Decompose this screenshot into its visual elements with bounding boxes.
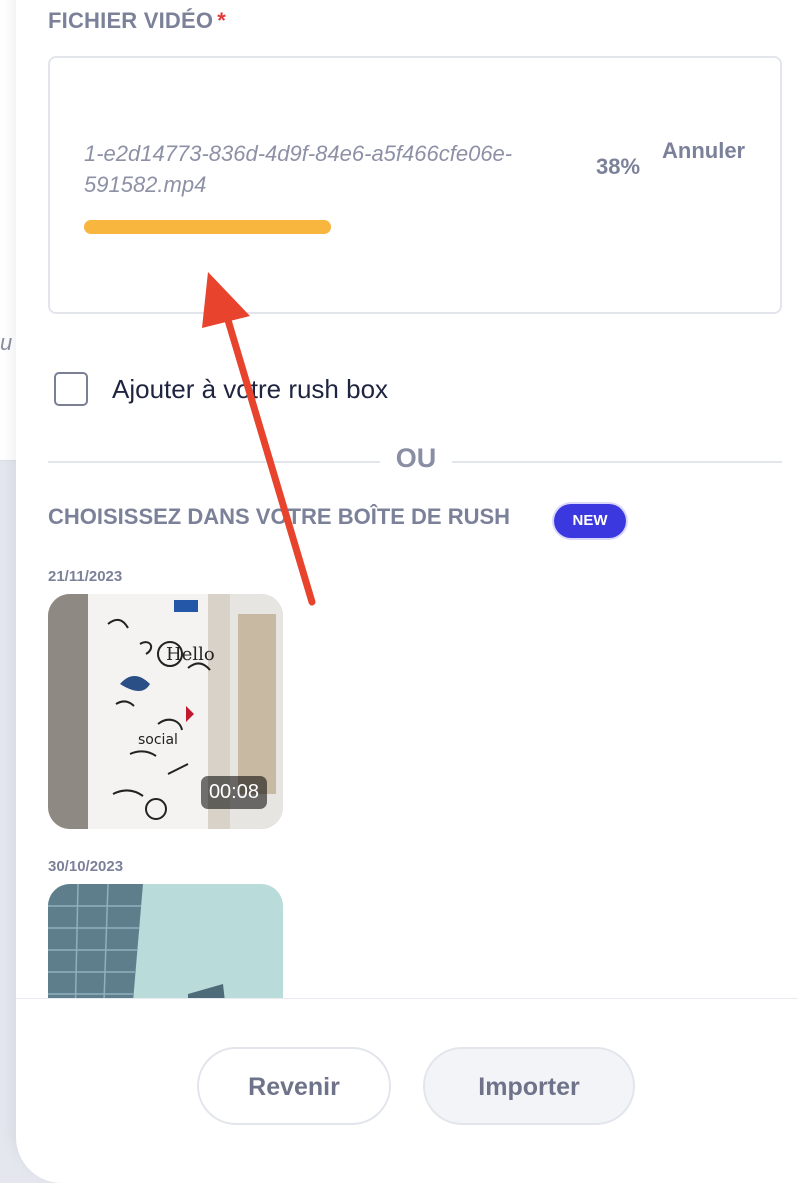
svg-text:social: social <box>138 732 178 748</box>
back-button[interactable]: Revenir <box>197 1047 391 1125</box>
modal-footer: Revenir Importer <box>16 998 798 1183</box>
rush-video-thumbnail[interactable]: Hello social 00:08 <box>48 594 283 829</box>
video-file-title: FICHIER VIDÉO * <box>48 8 226 33</box>
divider-line-left <box>48 461 380 463</box>
upload-progress-bar <box>84 220 734 234</box>
background-text-fragment: u <box>0 330 13 355</box>
divider-line-right <box>452 461 782 463</box>
upload-dropzone[interactable]: 1-e2d14773-836d-4d9f-84e6-a5f466cfe06e-5… <box>48 56 782 314</box>
cancel-upload-link[interactable]: Annuler <box>662 138 745 164</box>
upload-percent: 38% <box>596 154 641 179</box>
rush-box-option[interactable]: Ajouter à votre rush box <box>54 370 388 408</box>
add-to-rush-box-label: Ajouter à votre rush box <box>112 373 389 404</box>
rush-item-date: 30/10/2023 <box>48 858 124 875</box>
rush-box-title: CHOISISSEZ DANS VOTRE BOÎTE DE RUSH <box>48 504 511 529</box>
or-divider: OU <box>380 443 452 474</box>
import-button[interactable]: Importer <box>423 1047 635 1125</box>
required-marker: * <box>217 8 226 33</box>
rush-item-date: 21/11/2023 <box>48 568 123 585</box>
uploading-file-name: 1-e2d14773-836d-4d9f-84e6-a5f466cfe06e-5… <box>84 141 513 197</box>
video-duration: 00:08 <box>200 776 267 809</box>
svg-text:Hello: Hello <box>166 644 215 665</box>
upload-progress-fill <box>84 220 331 234</box>
new-badge: NEW <box>554 504 626 538</box>
add-to-rush-box-checkbox[interactable] <box>54 372 88 406</box>
